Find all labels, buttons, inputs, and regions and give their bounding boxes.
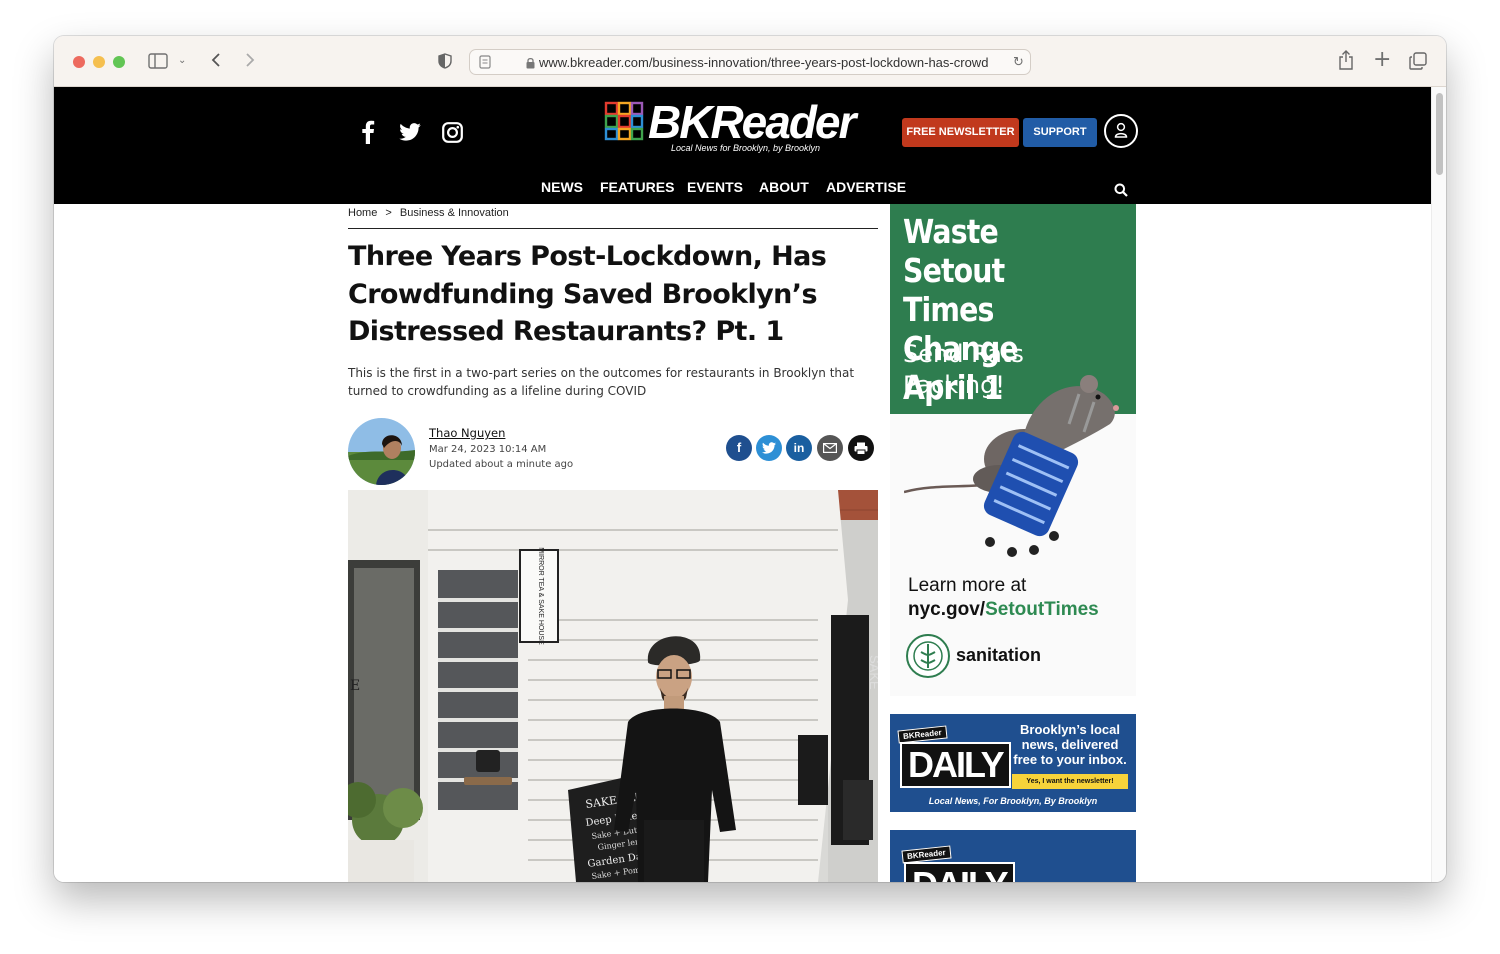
daily-ad-tag: BKReader (897, 725, 948, 744)
bkreader-logo-mark (604, 101, 644, 141)
hero-vertical-sign: SAKE (867, 655, 878, 690)
breadcrumb-home[interactable]: Home (348, 207, 377, 219)
account-button[interactable] (1104, 114, 1138, 148)
share-icon[interactable] (1338, 50, 1354, 73)
author-name[interactable]: Thao Nguyen (429, 426, 505, 440)
site-header: BKReader Local News for Brooklyn, by Bro… (54, 87, 1431, 204)
daily-ad-footer: Local News, For Brooklyn, By Brooklyn (928, 796, 1098, 806)
search-icon[interactable] (1114, 182, 1128, 201)
browser-toolbar: ⌄ www.bkreader.com/business-innovation/t… (54, 36, 1446, 87)
share-twitter-icon[interactable] (756, 435, 782, 461)
breadcrumb: Home > Business & Innovation (348, 207, 509, 219)
daily-ad-title: DAILY (900, 742, 1011, 788)
dsny-seal-icon (906, 634, 950, 678)
share-facebook-icon[interactable]: f (726, 435, 752, 461)
lock-icon (526, 56, 535, 72)
sanitation-learn-more: Learn more at (908, 575, 1027, 596)
author-avatar[interactable] (348, 418, 415, 485)
article-dek: This is the first in a two-part series o… (348, 366, 855, 398)
hero-sign-text: MIRROR TEA & SAKE HOUSE (537, 547, 544, 645)
sanitation-headline-line-1: Waste Setout (903, 212, 1005, 290)
free-newsletter-button[interactable]: FREE NEWSLETTER (902, 118, 1019, 147)
hero-image[interactable]: MIRROR TEA & SAKE HOUSE SAKE SAKE SLUSH … (348, 490, 878, 882)
bkreader-daily-ad[interactable]: BKReader DAILY Brooklyn’s local news, de… (890, 714, 1136, 812)
scrollbar-thumb[interactable] (1436, 93, 1443, 175)
title-divider (348, 228, 878, 229)
updated-time: Updated about a minute ago (429, 459, 574, 470)
sanitation-agency-name: sanitation (956, 645, 1042, 665)
daily-ad-pitch: Brooklyn’s local news, delivered free to… (1013, 722, 1127, 767)
sanitation-ad[interactable]: Waste Setout Times Change April 1 Send R… (890, 204, 1136, 696)
twitter-icon[interactable] (399, 123, 421, 145)
new-tab-icon[interactable]: + (1373, 49, 1391, 71)
tab-overview-icon[interactable] (1409, 52, 1427, 73)
browser-window: ⌄ www.bkreader.com/business-innovation/t… (54, 36, 1446, 882)
nav-about[interactable]: ABOUT (759, 179, 809, 195)
reload-icon[interactable]: ↻ (1013, 55, 1024, 71)
daily-ad-2-title: DAILY (904, 862, 1015, 882)
nav-advertise[interactable]: ADVERTISE (826, 179, 906, 195)
reader-page-icon[interactable] (479, 55, 491, 72)
breadcrumb-section[interactable]: Business & Innovation (400, 207, 509, 219)
share-print-icon[interactable] (848, 435, 874, 461)
web-page: BKReader Local News for Brooklyn, by Bro… (54, 87, 1431, 882)
rat-with-suitcase-illustration (904, 375, 1119, 557)
sidebar-toggle-icon[interactable] (148, 53, 168, 72)
back-icon[interactable] (211, 52, 221, 71)
user-icon (1114, 122, 1128, 138)
sanitation-url-highlight: SetoutTimes (985, 599, 1099, 620)
chevron-down-icon[interactable]: ⌄ (178, 53, 186, 69)
forward-icon[interactable] (245, 52, 255, 71)
facebook-icon[interactable] (360, 120, 376, 148)
article-headline: Three Years Post-Lockdown, Has Crowdfund… (348, 241, 827, 347)
daily-ad-cta-button[interactable]: Yes, I want the newsletter! (1012, 774, 1128, 789)
support-button[interactable]: SUPPORT (1023, 118, 1097, 147)
page-scrollbar[interactable] (1431, 87, 1446, 882)
breadcrumb-separator: > (385, 207, 392, 219)
close-window-button[interactable] (73, 56, 85, 68)
instagram-icon[interactable] (442, 122, 463, 147)
address-bar[interactable]: www.bkreader.com/business-innovation/thr… (469, 49, 1031, 75)
minimize-window-button[interactable] (93, 56, 105, 68)
share-linkedin-icon[interactable]: in (786, 435, 812, 461)
nav-news[interactable]: NEWS (541, 179, 583, 195)
publish-date: Mar 24, 2023 10:14 AM (429, 444, 547, 455)
nav-features[interactable]: FEATURES (600, 179, 674, 195)
daily-ad-2-tag: BKReader (901, 845, 952, 864)
sanitation-url[interactable]: nyc.gov/SetoutTimes (908, 599, 1099, 621)
nav-events[interactable]: EVENTS (687, 179, 743, 195)
url-text[interactable]: www.bkreader.com/business-innovation/thr… (539, 55, 999, 70)
bkreader-daily-ad-2[interactable]: BKReader DAILY (890, 830, 1136, 882)
hero-edge-letter: E (350, 678, 360, 694)
site-logo[interactable]: BKReader (648, 95, 856, 149)
site-tagline: Local News for Brooklyn, by Brooklyn (671, 143, 821, 153)
sanitation-url-prefix: nyc.gov/ (908, 599, 986, 620)
share-email-icon[interactable] (817, 435, 843, 461)
privacy-shield-icon[interactable] (438, 53, 452, 72)
zoom-window-button[interactable] (113, 56, 125, 68)
